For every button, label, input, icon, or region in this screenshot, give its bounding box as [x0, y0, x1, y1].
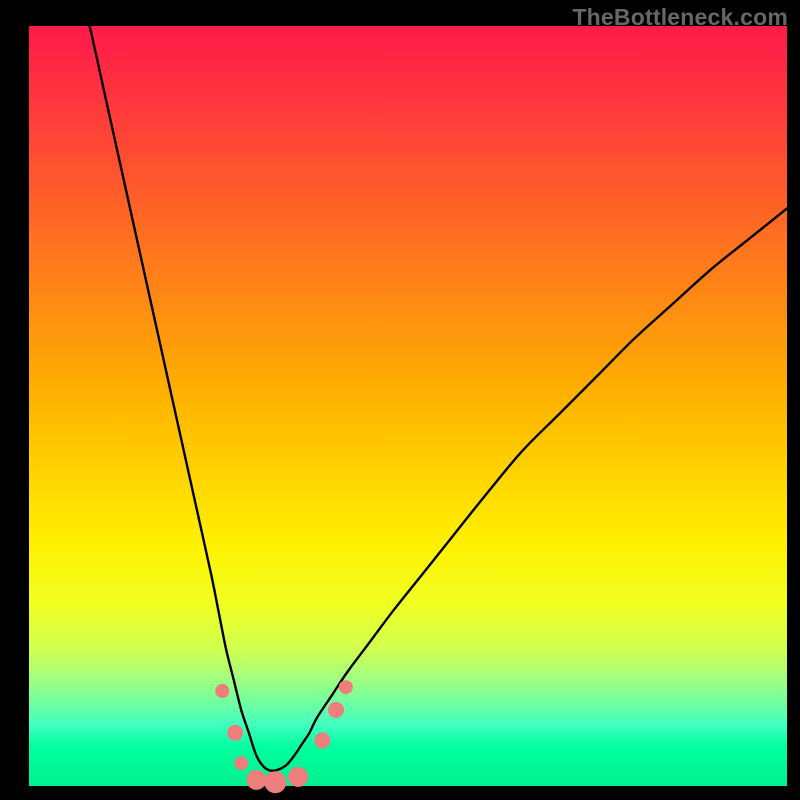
attribution-watermark: TheBottleneck.com	[572, 4, 788, 31]
chart-container: TheBottleneck.com	[0, 0, 800, 800]
plot-gradient-background	[29, 26, 787, 786]
